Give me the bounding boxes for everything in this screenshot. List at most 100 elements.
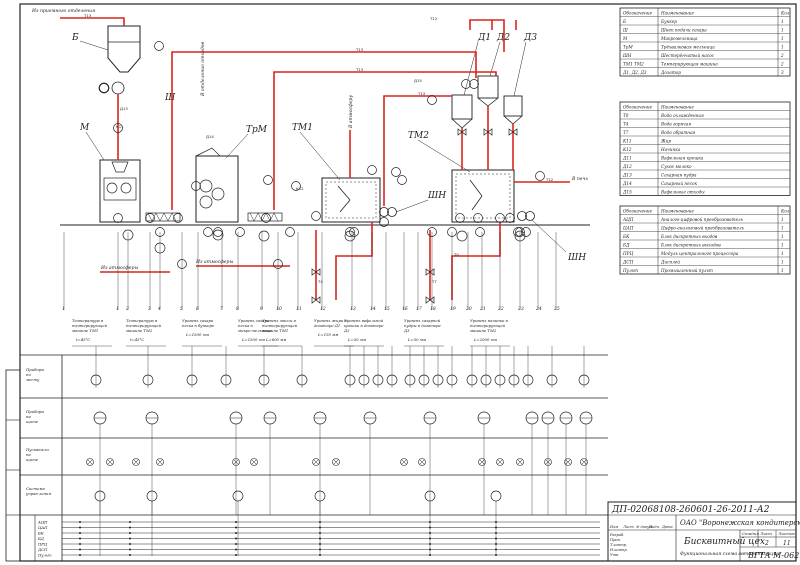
side-margin-strip bbox=[5, 369, 21, 562]
instrument-bubble bbox=[213, 227, 223, 237]
tempering-machine-tm2: ТМ2 bbox=[408, 131, 515, 223]
loop-description: Уровень сахарапеска в бункереL=1500 мм bbox=[182, 318, 222, 347]
instrument-bubble bbox=[203, 227, 213, 237]
column-number: 4 bbox=[157, 306, 161, 312]
drawing-title: Бисквитный цех bbox=[683, 537, 765, 547]
pipe-label: Д13 bbox=[120, 106, 128, 111]
table1-cell: Шнек подачи сахара bbox=[660, 28, 707, 33]
pipe-label: Т12 bbox=[429, 16, 438, 21]
bus-label: БД bbox=[37, 536, 45, 541]
bus-node bbox=[129, 537, 131, 540]
table3-cell: Цифро-аналоговый преобразователь bbox=[661, 226, 745, 231]
bus-node bbox=[79, 554, 81, 556]
loop-value: L=150 мм bbox=[317, 332, 338, 337]
svg-text:ШН: ШН bbox=[427, 191, 446, 201]
gear-pump-1: ШН bbox=[379, 191, 446, 217]
bus-node bbox=[79, 532, 81, 534]
bus-node bbox=[79, 543, 81, 545]
table3-cell: 1 bbox=[781, 243, 784, 248]
instrument-bubble bbox=[154, 41, 164, 51]
table2-cell: Т0 bbox=[623, 113, 629, 118]
row-label: щите bbox=[26, 457, 39, 462]
trm-label: ТрМ bbox=[246, 125, 268, 135]
column-number: 24 bbox=[535, 306, 542, 312]
table3-cell: АЦП bbox=[622, 217, 634, 222]
tm2-label: ТМ2 bbox=[408, 131, 429, 141]
table2-cell: Вафельная крошка bbox=[660, 156, 704, 161]
table1-cell: Ш bbox=[622, 28, 628, 33]
bus-node bbox=[429, 537, 431, 540]
motor-icon bbox=[456, 230, 468, 242]
loop-text-line: Д3 bbox=[403, 328, 410, 333]
bus-node bbox=[495, 521, 497, 523]
table2-cell: Вода обратная bbox=[660, 130, 696, 135]
bus-node bbox=[495, 532, 497, 534]
pipe-label: Д14 bbox=[206, 134, 214, 139]
stamp-cell: Н.контр. bbox=[609, 548, 628, 552]
table2-cell: Вода охлажденная bbox=[660, 113, 704, 118]
return-line bbox=[383, 95, 452, 206]
bus-node bbox=[319, 543, 321, 545]
table1-cell: ТрМ bbox=[623, 45, 633, 50]
drawing-frame bbox=[19, 3, 797, 562]
svg-text:Д2: Д2 bbox=[496, 33, 510, 43]
doc-code: ДП-02068108-260601-26-2011-А2 bbox=[611, 505, 770, 515]
tm1-label: ТМ1 bbox=[292, 123, 313, 133]
column-number: 2 bbox=[125, 306, 129, 312]
school-code: ВГТА М-062 bbox=[747, 551, 799, 560]
column-number: 9 bbox=[260, 306, 263, 312]
pipe-label: Т4 bbox=[317, 279, 323, 284]
pipe-label: К11 bbox=[116, 124, 124, 129]
bus-node bbox=[235, 548, 237, 551]
column-number: 25 bbox=[553, 306, 560, 312]
loop-text-line: крошки в дозаторе bbox=[344, 323, 384, 328]
row-label: щите bbox=[26, 419, 39, 424]
bus-node bbox=[429, 543, 431, 545]
column-number: 19 bbox=[450, 306, 456, 312]
bus-node bbox=[495, 554, 497, 556]
instrument-bubble bbox=[113, 213, 123, 223]
table2-cell: Д13 bbox=[622, 173, 632, 178]
table1-cell: Б bbox=[622, 19, 626, 24]
table2-frame bbox=[619, 101, 791, 196]
stamp-cell: Дата bbox=[661, 525, 673, 529]
table2-cell: Жир bbox=[660, 139, 671, 144]
automation-grid bbox=[20, 354, 608, 561]
table2-cell: Вода горячая bbox=[660, 122, 691, 127]
main-top-line bbox=[171, 51, 477, 210]
table2-cell: Д14 bbox=[622, 181, 632, 186]
loop-text-line: Д2 bbox=[343, 328, 350, 333]
tempering-machine-tm1: ТМ1 bbox=[292, 123, 381, 223]
red-pipelines bbox=[60, 17, 570, 300]
column-number: 3 bbox=[148, 306, 151, 312]
loop-value: L=50 мм bbox=[407, 337, 426, 342]
loop-text-line: машине ТМ2 bbox=[126, 328, 153, 333]
column-number: 1 bbox=[116, 306, 119, 312]
bus-node bbox=[495, 543, 497, 545]
table1-cell: Шестерёнчатый насос bbox=[660, 53, 715, 58]
instrument-bubble bbox=[397, 175, 407, 185]
table2-cell: Д12 bbox=[622, 164, 632, 169]
table3-cell: 1 bbox=[781, 260, 784, 265]
loop-description: Температура втемперирующеймашине ТМ2t=45… bbox=[126, 318, 166, 347]
loop-value: L=2000 мм bbox=[473, 337, 497, 342]
bus-label: БК bbox=[37, 531, 45, 536]
bus-label: Пульт bbox=[37, 553, 52, 558]
table1-cell: Микромельница bbox=[660, 36, 698, 41]
table3-cell: 1 bbox=[781, 226, 784, 231]
sheets-header: Листов bbox=[777, 531, 795, 536]
controller-icon bbox=[232, 490, 244, 502]
loop-description: Уровень сахарнойпудры в дозатореД3L=50 м… bbox=[403, 318, 444, 347]
table1-header-code: Обозначение bbox=[623, 11, 653, 16]
table2-cell: К11 bbox=[622, 139, 632, 144]
loop-text-line: песка в бункере bbox=[182, 323, 215, 328]
note-from-atm-2: Из атмосферы bbox=[195, 258, 233, 265]
table3-header-code: Обозначение bbox=[623, 209, 653, 214]
pipe-label: Т13 bbox=[355, 47, 364, 52]
stamp-cell: Лист bbox=[622, 525, 634, 529]
bus-node bbox=[235, 537, 237, 540]
table1-cell: ТМ1 ТМ2 bbox=[623, 62, 644, 67]
pipe-label: Т13 bbox=[417, 91, 426, 96]
table3-cell: Промышленный пульт bbox=[660, 268, 713, 273]
loop-description: Уровень вафельнойкрошки в дозатореД2L=50… bbox=[343, 318, 384, 347]
